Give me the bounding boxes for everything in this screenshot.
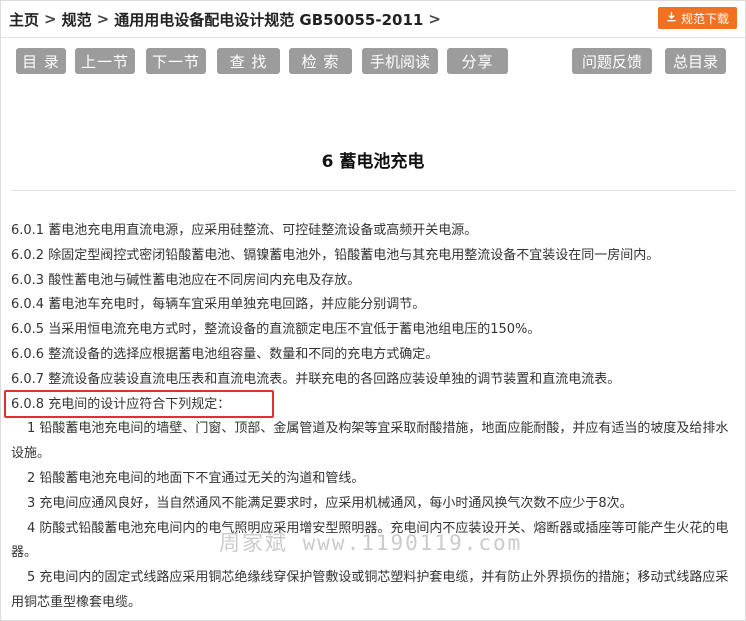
clause: 6.0.7 整流设备应装设直流电压表和直流电流表。并联充电的各回路应装设单独的调… [11, 371, 621, 387]
download-button[interactable]: 规范下载 [657, 7, 737, 29]
breadcrumb: 主页 > 规范 > 通用用电设备配电设计规范 GB50055-2011 > [1, 9, 446, 30]
download-label: 规范下载 [680, 11, 729, 26]
clause: 6.0.4 蓄电池车充电时，每辆车宜采用单独充电回路，并应能分别调节。 [11, 297, 426, 313]
next-section-button[interactable]: 下一节 [146, 48, 206, 74]
divider [11, 190, 735, 191]
clause: 6.0.1 蓄电池充电用直流电源，应采用硅整流、可控硅整流设备或高频开关电源。 [11, 223, 478, 238]
breadcrumb-separator: > [44, 10, 57, 28]
clause: 6.0.5 当采用恒电流充电方式时，整流设备的直流额定电压不宜低于蓄电池组电压的… [11, 322, 541, 338]
subclause: 5 充电间内的固定式线路应采用铜芯绝缘线穿保护管敷设或铜芯塑料护套电缆，并有防止… [11, 570, 729, 610]
feedback-button[interactable]: 问题反馈 [572, 48, 652, 74]
breadcrumb-home[interactable]: 主页 [9, 9, 39, 30]
prev-section-button[interactable]: 上一节 [75, 48, 135, 74]
page-frame: 主页 > 规范 > 通用用电设备配电设计规范 GB50055-2011 > 规范… [0, 0, 746, 621]
clause: 6.0.3 酸性蓄电池与碱性蓄电池应在不同房间内充电及存放。 [11, 272, 361, 288]
mobile-read-button[interactable]: 手机阅读 [362, 48, 438, 74]
breadcrumb-separator: > [428, 10, 441, 28]
find-button[interactable]: 查 找 [217, 48, 280, 74]
top-bar: 主页 > 规范 > 通用用电设备配电设计规范 GB50055-2011 > 规范… [1, 1, 745, 38]
clause: 6.0.6 整流设备的选择应根据蓄电池组容量、数量和不同的充电方式确定。 [11, 346, 439, 362]
toc-button[interactable]: 目 录 [16, 48, 66, 74]
toolbar: 目 录 上一节 下一节 查 找 检 索 手机阅读 分享 问题反馈 总目录 [1, 38, 745, 82]
section-title: 6 蓄电池充电 [321, 152, 425, 172]
breadcrumb-category[interactable]: 规范 [62, 9, 92, 30]
subclause: 1 铅酸蓄电池充电间的墙壁、门窗、顶部、金属管道及构架等宜采取耐酸措施，地面应能… [11, 421, 729, 462]
download-icon [666, 11, 677, 25]
highlight-box [4, 390, 274, 418]
clause: 6.0.2 除固定型阀控式密闭铅酸蓄电池、镉镍蓄电池外，铅酸蓄电池与其充电用整流… [11, 247, 660, 263]
share-button[interactable]: 分享 [447, 48, 508, 74]
breadcrumb-separator: > [96, 10, 110, 28]
subclause: 3 充电间应通风良好，当自然通风不能满足要求时，应采用机械通风，每小时通风换气次… [27, 495, 633, 511]
subclause: 4 防酸式铅酸蓄电池充电间内的电气照明应采用增安型照明器。充电间内不应装设开关、… [11, 520, 729, 561]
search-button[interactable]: 检 索 [289, 48, 352, 74]
breadcrumb-current[interactable]: 通用用电设备配电设计规范 GB50055-2011 [114, 9, 423, 30]
subclause: 2 铅酸蓄电池充电间的地面下不宜通过无关的沟道和管线。 [27, 470, 365, 486]
index-button[interactable]: 总目录 [665, 48, 726, 74]
